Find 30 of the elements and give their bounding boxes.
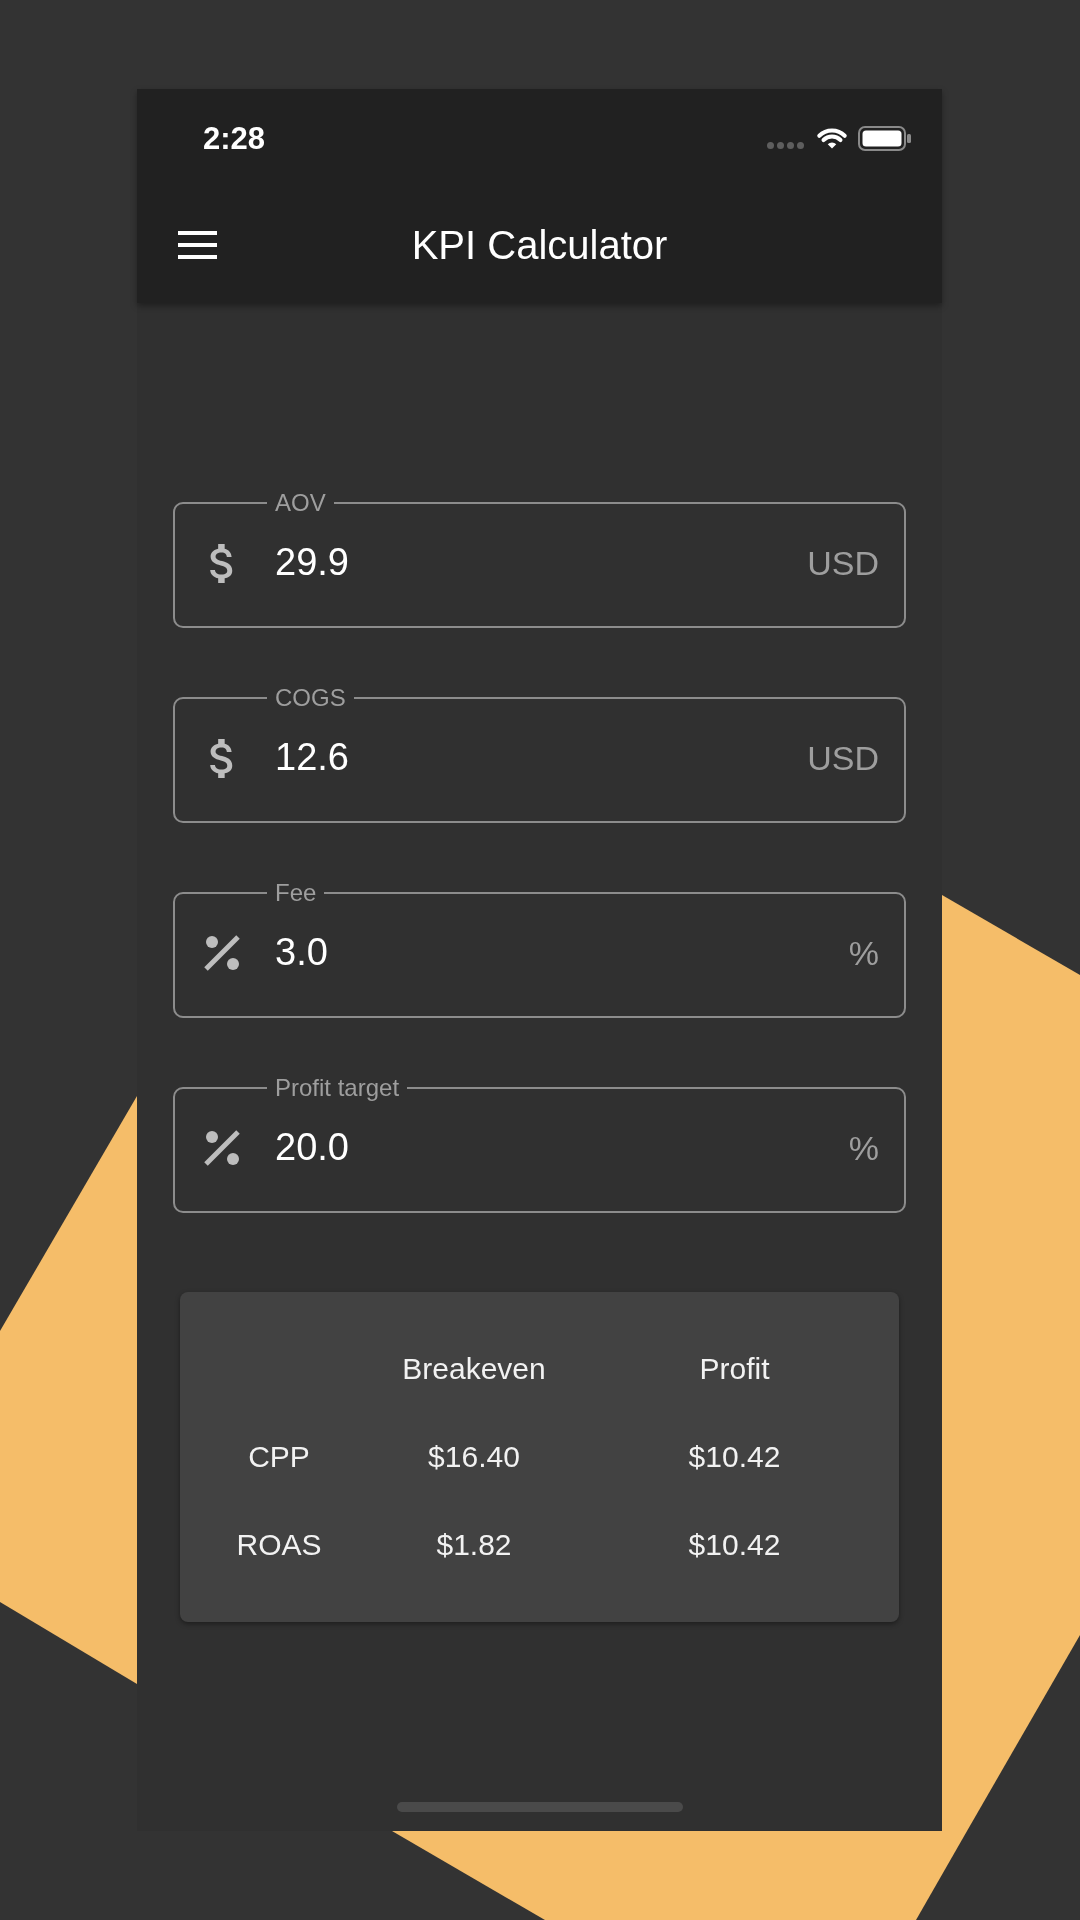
column-header: Profit — [699, 1351, 770, 1387]
field-input[interactable]: 20.0 — [275, 1125, 849, 1171]
status-time: 2:28 — [203, 122, 266, 154]
menu-icon[interactable] — [178, 231, 217, 259]
unit-label: USD — [807, 542, 879, 584]
table-cell: $10.42 — [688, 1527, 781, 1563]
unit-label: % — [848, 932, 879, 974]
field-label: Profit target — [274, 1073, 401, 1103]
column-header: Breakeven — [402, 1351, 546, 1387]
app-title: KPI Calculator — [411, 222, 668, 269]
unit-label: % — [848, 1127, 879, 1169]
field-input[interactable]: 3.0 — [275, 930, 849, 976]
dollar-icon — [209, 543, 235, 583]
signal-icon — [767, 142, 804, 149]
percent-icon — [204, 1130, 240, 1166]
table-cell: $16.40 — [428, 1439, 520, 1475]
battery-icon — [858, 125, 911, 151]
field-label: COGS — [274, 683, 347, 713]
table-cell: $10.42 — [688, 1439, 781, 1475]
field-label: Fee — [274, 878, 318, 908]
field-input[interactable]: 29.9 — [275, 540, 808, 586]
unit-label: USD — [807, 737, 879, 779]
percent-icon — [204, 935, 240, 971]
table-cell: $1.82 — [436, 1527, 512, 1563]
dollar-icon — [209, 738, 235, 778]
wifi-icon — [816, 126, 848, 150]
row-header: CPP — [248, 1439, 310, 1475]
field-input[interactable]: 12.6 — [275, 735, 808, 781]
row-header: ROAS — [236, 1527, 322, 1563]
field-label: AOV — [274, 488, 327, 518]
